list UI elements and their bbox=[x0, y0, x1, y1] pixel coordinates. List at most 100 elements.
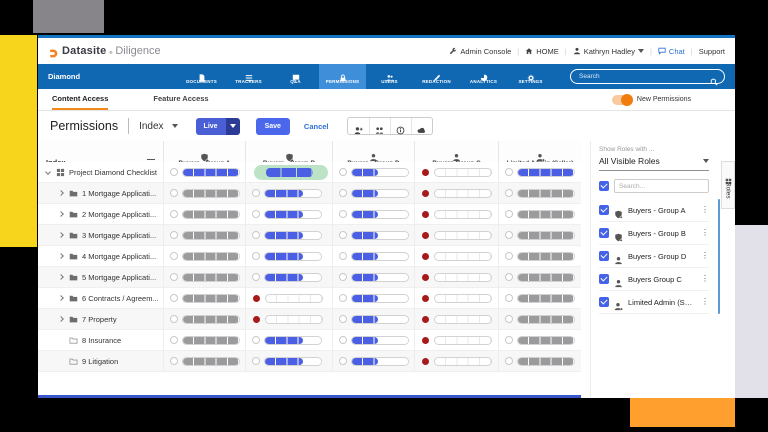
view-selector[interactable]: Index bbox=[139, 121, 177, 132]
tree-row[interactable]: 7 Property bbox=[38, 309, 163, 330]
permission-cell[interactable] bbox=[332, 183, 414, 204]
nav-tab-analytics[interactable]: ANALYTICS bbox=[460, 64, 507, 89]
permission-cell[interactable] bbox=[332, 225, 414, 246]
nav-tab-redaction[interactable]: REDACTION bbox=[413, 64, 460, 89]
permission-cell[interactable] bbox=[245, 246, 332, 267]
permission-cell[interactable] bbox=[332, 162, 414, 183]
role-checkbox[interactable] bbox=[599, 274, 609, 284]
permission-cell[interactable] bbox=[245, 267, 332, 288]
nav-tab-settings[interactable]: SETTINGS bbox=[507, 64, 554, 89]
role-checkbox[interactable] bbox=[599, 251, 609, 261]
tree-row[interactable]: 5 Mortgage Applicati... bbox=[38, 267, 163, 288]
role-list-item[interactable]: Buyers Group C⋮ bbox=[599, 268, 709, 291]
tree-row[interactable]: 1 Mortgage Applicati... bbox=[38, 183, 163, 204]
tab-feature-access[interactable]: Feature Access bbox=[153, 89, 208, 110]
role-list-item[interactable]: Limited Admin (Sell...⋮ bbox=[599, 291, 709, 314]
roles-search-input[interactable] bbox=[614, 179, 709, 193]
tree-row[interactable]: 6 Contracts / Agreem... bbox=[38, 288, 163, 309]
permission-cell[interactable] bbox=[163, 288, 245, 309]
utility-item-home[interactable]: HOME bbox=[525, 47, 559, 56]
info-button[interactable] bbox=[390, 118, 411, 134]
cancel-button[interactable]: Cancel bbox=[304, 122, 329, 131]
permission-cell[interactable] bbox=[245, 288, 332, 309]
permission-cell[interactable] bbox=[163, 351, 245, 372]
tree-row[interactable]: 4 Mortgage Applicati... bbox=[38, 246, 163, 267]
tree-row[interactable]: 3 Mortgage Applicati... bbox=[38, 225, 163, 246]
tree-row[interactable]: 2 Mortgage Applicati... bbox=[38, 204, 163, 225]
permission-cell[interactable] bbox=[332, 351, 414, 372]
permission-cell[interactable] bbox=[245, 330, 332, 351]
nav-tab-documents[interactable]: DOCUMENTS bbox=[178, 64, 225, 89]
permission-cell[interactable] bbox=[163, 330, 245, 351]
permission-cell[interactable] bbox=[163, 183, 245, 204]
permission-cell[interactable] bbox=[498, 225, 581, 246]
kebab-menu-icon[interactable]: ⋮ bbox=[701, 206, 709, 214]
role-checkbox[interactable] bbox=[599, 228, 609, 238]
select-all-roles-checkbox[interactable] bbox=[599, 181, 609, 191]
permission-cell[interactable] bbox=[414, 204, 498, 225]
tab-content-access[interactable]: Content Access bbox=[52, 89, 108, 110]
tree-row[interactable]: Project Diamond Checklist bbox=[38, 162, 163, 183]
vertical-scrollbar[interactable] bbox=[718, 199, 720, 314]
permission-cell[interactable] bbox=[163, 204, 245, 225]
permission-cell[interactable] bbox=[498, 162, 581, 183]
permission-cell[interactable] bbox=[163, 162, 245, 183]
role-list-item[interactable]: Buyers - Group A⋮ bbox=[599, 199, 709, 222]
permission-cell[interactable] bbox=[245, 183, 332, 204]
permission-cell[interactable] bbox=[163, 267, 245, 288]
utility-item-chat[interactable]: Chat bbox=[658, 47, 685, 56]
role-checkbox[interactable] bbox=[599, 297, 609, 307]
permission-cell[interactable] bbox=[332, 204, 414, 225]
expander-chevron-icon[interactable] bbox=[58, 211, 64, 217]
live-dropdown-button[interactable] bbox=[226, 118, 240, 135]
permission-cell[interactable] bbox=[498, 246, 581, 267]
utility-item-support[interactable]: Support bbox=[699, 47, 725, 56]
bulk-permissions-button[interactable] bbox=[369, 118, 390, 134]
permission-cell[interactable] bbox=[498, 267, 581, 288]
permission-cell[interactable] bbox=[498, 330, 581, 351]
nav-tab-users[interactable]: USERS bbox=[366, 64, 413, 89]
permission-cell[interactable] bbox=[498, 288, 581, 309]
expander-chevron-icon[interactable] bbox=[58, 253, 64, 259]
nav-tab-permissions[interactable]: PERMISSIONS bbox=[319, 64, 366, 89]
kebab-menu-icon[interactable]: ⋮ bbox=[701, 275, 709, 283]
expander-chevron-icon[interactable] bbox=[58, 232, 64, 238]
save-button[interactable]: Save bbox=[256, 118, 290, 135]
permission-cell[interactable] bbox=[498, 183, 581, 204]
permission-cell[interactable] bbox=[332, 246, 414, 267]
permission-cell[interactable] bbox=[498, 204, 581, 225]
permission-cell[interactable] bbox=[414, 267, 498, 288]
download-button[interactable] bbox=[411, 118, 432, 134]
permission-cell[interactable] bbox=[245, 162, 332, 183]
permission-cell[interactable] bbox=[245, 309, 332, 330]
permission-cell[interactable] bbox=[414, 309, 498, 330]
new-permissions-toggle[interactable] bbox=[612, 95, 632, 105]
permission-cell[interactable] bbox=[414, 246, 498, 267]
permission-cell[interactable] bbox=[163, 246, 245, 267]
permission-cell[interactable] bbox=[332, 267, 414, 288]
nav-tab-q-a[interactable]: Q&A bbox=[272, 64, 319, 89]
permission-cell[interactable] bbox=[245, 225, 332, 246]
permission-cell[interactable] bbox=[332, 288, 414, 309]
permission-cell[interactable] bbox=[414, 183, 498, 204]
tree-row[interactable]: 8 Insurance bbox=[38, 330, 163, 351]
role-list-item[interactable]: Buyers - Group D⋮ bbox=[599, 245, 709, 268]
utility-item-kathryn-hadley[interactable]: Kathryn Hadley bbox=[573, 47, 644, 56]
tree-row[interactable]: 9 Litigation bbox=[38, 351, 163, 372]
expander-chevron-icon[interactable] bbox=[58, 274, 64, 280]
kebab-menu-icon[interactable]: ⋮ bbox=[701, 229, 709, 237]
live-split-button[interactable]: Live bbox=[196, 118, 240, 135]
role-list-item[interactable]: Buyers - Group B⋮ bbox=[599, 222, 709, 245]
permission-cell[interactable] bbox=[414, 162, 498, 183]
permission-cell[interactable] bbox=[498, 351, 581, 372]
permission-cell[interactable] bbox=[414, 330, 498, 351]
expander-chevron-icon[interactable] bbox=[58, 295, 64, 301]
permission-cell[interactable] bbox=[163, 225, 245, 246]
nav-tab-trackers[interactable]: TRACKERS bbox=[225, 64, 272, 89]
horizontal-scrollbar[interactable] bbox=[38, 395, 581, 398]
search-box[interactable] bbox=[570, 69, 725, 84]
permission-cell[interactable] bbox=[245, 351, 332, 372]
permission-cell[interactable] bbox=[163, 309, 245, 330]
roles-filter-select[interactable]: All Visible Roles bbox=[599, 153, 709, 171]
kebab-menu-icon[interactable]: ⋮ bbox=[701, 252, 709, 260]
